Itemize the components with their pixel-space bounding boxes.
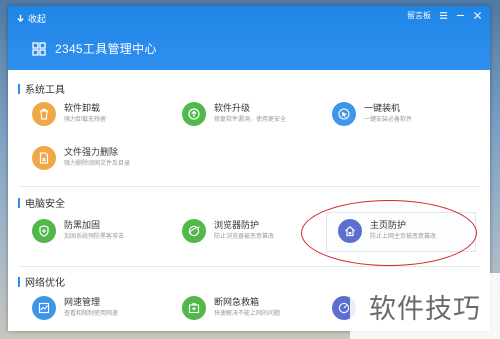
tool-speed-management[interactable]: 网速管理 查看和限制使用网速 bbox=[32, 296, 118, 320]
window-controls: 留言板 bbox=[407, 10, 482, 21]
tool-name: 软件升级 bbox=[214, 103, 251, 113]
tool-desc: 强力卸载无残留 bbox=[64, 117, 107, 123]
tool-software-uninstall[interactable]: 软件卸载 强力卸载无残留 bbox=[32, 102, 106, 126]
header-title-row: 2345工具管理中心 bbox=[32, 40, 157, 57]
tool-network-firstaid[interactable]: 断网急救箱 快速解决不能上网的问题 bbox=[182, 296, 280, 320]
tool-name: 软件卸载 bbox=[64, 103, 101, 113]
tool-file-force-delete[interactable]: 文件强力删除 强力删除顽固文件及目录 bbox=[32, 146, 130, 170]
collapse-button[interactable]: 收起 bbox=[16, 11, 46, 25]
tool-desc: 查看和限制使用网速 bbox=[64, 311, 119, 317]
section-divider bbox=[18, 186, 480, 187]
collapse-label: 收起 bbox=[28, 13, 47, 24]
home-lock-icon bbox=[338, 219, 362, 243]
shield-icon bbox=[32, 219, 56, 243]
close-icon[interactable] bbox=[473, 11, 482, 20]
tool-desc: 加固系统预防黑客攻击 bbox=[64, 234, 125, 240]
menu-icon[interactable] bbox=[439, 11, 448, 20]
section-title-network: 网络优化 bbox=[18, 274, 65, 289]
tool-desc: 一键安装必备软件 bbox=[364, 117, 413, 123]
tool-desc: 强力删除顽固文件及目录 bbox=[64, 161, 131, 167]
firstaid-icon bbox=[182, 296, 206, 320]
tool-name: 断网急救箱 bbox=[214, 297, 260, 307]
watermark: 软件技巧 bbox=[350, 273, 500, 339]
tool-homepage-protection[interactable]: 主页防护 防止上网主页被恶意篡改 bbox=[338, 219, 436, 243]
arrow-down-icon bbox=[17, 14, 24, 22]
grid-apps-icon bbox=[32, 41, 46, 56]
tool-desc: 防止浏览器被恶意篡改 bbox=[214, 234, 275, 240]
tool-one-click-install[interactable]: 一键装机 一键安装必备软件 bbox=[332, 102, 412, 126]
section-title-system: 系统工具 bbox=[18, 81, 65, 96]
tool-name: 主页防护 bbox=[370, 220, 407, 230]
minimize-icon[interactable] bbox=[456, 11, 465, 20]
tool-desc: 修复软件漏洞，使用更安全 bbox=[214, 117, 287, 123]
tool-software-upgrade[interactable]: 软件升级 修复软件漏洞，使用更安全 bbox=[182, 102, 286, 126]
window-header: 收起 留言板 2345工具管理中心 bbox=[8, 6, 490, 70]
tool-browser-protection[interactable]: 浏览器防护 防止浏览器被恶意篡改 bbox=[182, 219, 274, 243]
upgrade-icon bbox=[182, 102, 206, 126]
trash-icon bbox=[32, 102, 56, 126]
tool-name: 文件强力删除 bbox=[64, 147, 119, 157]
title-bar: 收起 留言板 bbox=[8, 6, 490, 28]
feedback-link[interactable]: 留言板 bbox=[407, 10, 431, 21]
tool-name: 一键装机 bbox=[364, 103, 401, 113]
tool-hacker-defense[interactable]: 防黑加固 加固系统预防黑客攻击 bbox=[32, 219, 124, 243]
watermark-text: 软件技巧 bbox=[369, 293, 481, 325]
section-title-security: 电脑安全 bbox=[18, 195, 65, 210]
tool-name: 浏览器防护 bbox=[214, 220, 260, 230]
tool-desc: 快速解决不能上网的问题 bbox=[214, 311, 281, 317]
tool-name: 防黑加固 bbox=[64, 220, 101, 230]
file-delete-icon bbox=[32, 146, 56, 170]
tool-desc: 防止上网主页被恶意篡改 bbox=[370, 234, 437, 240]
page-title: 2345工具管理中心 bbox=[55, 42, 157, 56]
speed-icon bbox=[32, 296, 56, 320]
section-divider bbox=[18, 266, 480, 267]
tool-name: 网速管理 bbox=[64, 297, 101, 307]
cursor-icon bbox=[332, 102, 356, 126]
browser-icon bbox=[182, 219, 206, 243]
